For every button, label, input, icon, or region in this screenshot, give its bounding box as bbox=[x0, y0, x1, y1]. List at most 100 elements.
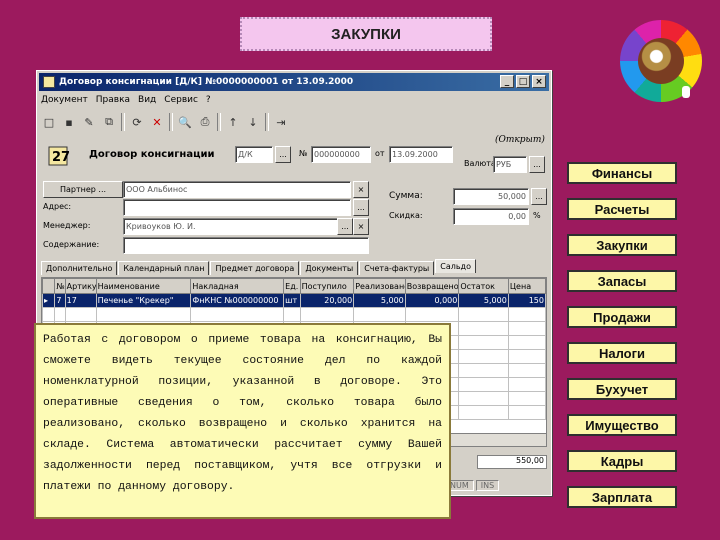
grid-header-row: № Артикул Наименование Накладная Ед. Пос… bbox=[42, 278, 546, 294]
col-header[interactable]: Накладная bbox=[190, 278, 285, 294]
maximize-button[interactable]: □ bbox=[516, 75, 530, 88]
toolbar-separator bbox=[169, 113, 173, 131]
menu-salary-button[interactable]: Зарплата bbox=[567, 486, 677, 508]
partner-clear-button[interactable]: × bbox=[353, 181, 369, 198]
menu-sales-button[interactable]: Продажи bbox=[567, 306, 677, 328]
insert-indicator: INS bbox=[475, 480, 500, 491]
refresh-icon[interactable]: ⟳ bbox=[129, 114, 145, 130]
col-header[interactable] bbox=[42, 278, 56, 294]
discount-label: Скидка: bbox=[389, 211, 423, 220]
type-code-field[interactable]: Д/К bbox=[235, 146, 273, 163]
address-label: Адрес: bbox=[43, 202, 72, 211]
col-header[interactable]: Ед. bbox=[283, 278, 301, 294]
discount-field[interactable]: 0,00 bbox=[453, 208, 529, 225]
currency-field[interactable]: РУБ bbox=[493, 156, 527, 173]
tab-invoices[interactable]: Счета-фактуры bbox=[359, 261, 435, 275]
arrow-down-icon[interactable]: ↓ bbox=[245, 114, 261, 130]
content-field[interactable] bbox=[123, 237, 369, 254]
cell: Печенье "Крекер" bbox=[95, 293, 192, 308]
description-callout: Работая с договором о приеме товара на к… bbox=[34, 323, 451, 519]
partner-button[interactable]: Партнер ... bbox=[43, 181, 123, 198]
table-row[interactable]: ▸ 7 17 Печенье "Крекер" ФнКНС №000000000… bbox=[42, 293, 546, 308]
content-label: Содержание: bbox=[43, 240, 100, 249]
status-bar: NUM INS bbox=[445, 480, 500, 491]
menubar: Документ Правка Вид Сервис ? bbox=[41, 95, 211, 105]
contract-doc-icon: 27 bbox=[48, 146, 70, 166]
cell: 150 bbox=[507, 293, 546, 308]
svg-text:27: 27 bbox=[52, 150, 70, 165]
delete-icon[interactable]: ✕ bbox=[149, 114, 165, 130]
edit-icon[interactable]: ✎ bbox=[81, 114, 97, 130]
col-header[interactable]: № bbox=[54, 278, 66, 294]
menu-property-button[interactable]: Имущество bbox=[567, 414, 677, 436]
menu-staff-button[interactable]: Кадры bbox=[567, 450, 677, 472]
cell: шт bbox=[283, 293, 301, 308]
date-field[interactable]: 13.09.2000 bbox=[389, 146, 453, 163]
menu-accounting-button[interactable]: Бухучет bbox=[567, 378, 677, 400]
currency-select-button[interactable]: ... bbox=[529, 156, 545, 173]
sum-field[interactable]: 50,000 bbox=[453, 188, 529, 205]
arrow-up-icon[interactable]: ↑ bbox=[225, 114, 241, 130]
menu-view[interactable]: Вид bbox=[138, 95, 156, 105]
number-field[interactable]: 000000000 bbox=[311, 146, 371, 163]
tab-additional[interactable]: Дополнительно bbox=[41, 261, 118, 275]
menu-taxes-button[interactable]: Налоги bbox=[567, 342, 677, 364]
print-icon[interactable]: ⎙ bbox=[197, 114, 213, 130]
colorwheel-logo bbox=[620, 20, 702, 102]
address-field[interactable] bbox=[123, 199, 351, 216]
col-header[interactable]: Поступило bbox=[299, 278, 355, 294]
cell: 7 bbox=[54, 293, 66, 308]
window-title: Договор консигнации [Д/К] №0000000001 от… bbox=[59, 77, 354, 87]
menu-finance-button[interactable]: Финансы bbox=[567, 162, 677, 184]
col-header[interactable]: Остаток bbox=[458, 278, 509, 294]
manager-edit-button[interactable]: ... bbox=[337, 218, 353, 235]
tab-balance[interactable]: Сальдо bbox=[435, 259, 476, 273]
close-button[interactable]: × bbox=[532, 75, 546, 88]
manager-field[interactable]: Кривоуков Ю. И. bbox=[123, 218, 351, 235]
type-code-select-button[interactable]: ... bbox=[275, 146, 291, 163]
percent-label: % bbox=[533, 211, 541, 220]
cell: 20,000 bbox=[299, 293, 355, 308]
horizontal-scrollbar[interactable] bbox=[449, 433, 547, 447]
doc-type-title: Договор консигнации bbox=[89, 149, 215, 160]
logo-pin-icon bbox=[682, 86, 690, 98]
document-status: (Открыт) bbox=[495, 135, 545, 145]
exit-icon[interactable]: ⇥ bbox=[273, 114, 289, 130]
slide-title: ЗАКУПКИ bbox=[240, 17, 492, 51]
manager-clear-button[interactable]: × bbox=[353, 218, 369, 235]
menu-inventory-button[interactable]: Запасы bbox=[567, 270, 677, 292]
col-header[interactable]: Цена bbox=[507, 278, 546, 294]
cell: 0,000 bbox=[404, 293, 460, 308]
address-select-button[interactable]: ... bbox=[353, 199, 369, 216]
toolbar: □ ▪ ✎ ⧉ ⟳ ✕ 🔍 ⎙ ↑ ↓ ⇥ bbox=[41, 111, 547, 133]
tab-subject[interactable]: Предмет договора bbox=[210, 261, 300, 275]
col-header[interactable]: Возвращено bbox=[404, 278, 460, 294]
preview-icon[interactable]: 🔍 bbox=[177, 114, 193, 130]
menu-service[interactable]: Сервис bbox=[164, 95, 198, 105]
partner-field[interactable]: ООО Альбинос bbox=[123, 181, 351, 198]
minimize-button[interactable]: _ bbox=[500, 75, 514, 88]
col-header[interactable]: Реализовано bbox=[353, 278, 406, 294]
toolbar-separator bbox=[217, 113, 221, 131]
menu-edit[interactable]: Правка bbox=[96, 95, 130, 105]
menu-purchases-button[interactable]: Закупки bbox=[567, 234, 677, 256]
menu-settlements-button[interactable]: Расчеты bbox=[567, 198, 677, 220]
table-row[interactable] bbox=[42, 307, 546, 322]
new-file-icon[interactable]: □ bbox=[41, 114, 57, 130]
tab-documents[interactable]: Документы bbox=[300, 261, 359, 275]
logo-photo-icon bbox=[638, 38, 684, 84]
menu-help[interactable]: ? bbox=[206, 95, 211, 105]
col-header[interactable]: Наименование bbox=[95, 278, 192, 294]
cell: 5,000 bbox=[353, 293, 406, 308]
save-icon[interactable]: ▪ bbox=[61, 114, 77, 130]
col-header[interactable]: Артикул bbox=[64, 278, 97, 294]
sum-label: Сумма: bbox=[389, 191, 423, 201]
date-from-label: от bbox=[375, 149, 385, 158]
currency-label: Валюта bbox=[464, 159, 496, 168]
window-titlebar[interactable]: Договор консигнации [Д/К] №0000000001 от… bbox=[39, 73, 549, 91]
toolbar-separator bbox=[121, 113, 125, 131]
sum-calc-button[interactable]: ... bbox=[531, 188, 547, 205]
copy-icon[interactable]: ⧉ bbox=[101, 114, 117, 130]
tab-calendar-plan[interactable]: Календарный план bbox=[118, 261, 210, 275]
menu-document[interactable]: Документ bbox=[41, 95, 88, 105]
